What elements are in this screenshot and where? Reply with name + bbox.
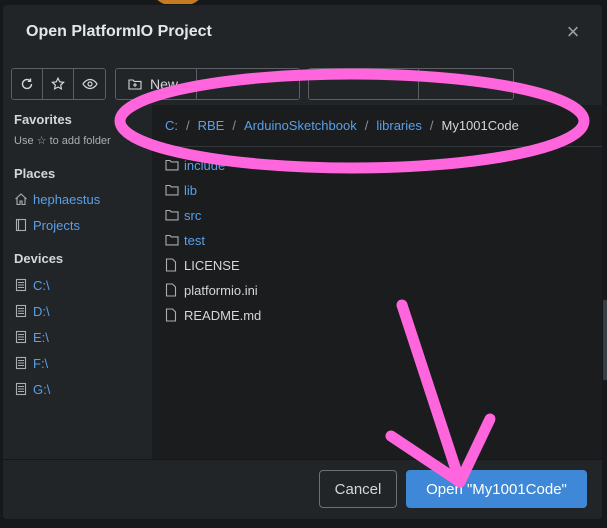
sidebar-item-projects[interactable]: Projects [14, 215, 80, 235]
file-browser: C: / RBE / ArduinoSketchbook / libraries… [152, 105, 602, 459]
new-file-button[interactable] [197, 69, 299, 99]
drive-icon [14, 304, 28, 318]
edit-button-group [308, 68, 514, 100]
refresh-icon[interactable] [12, 69, 43, 99]
star-icon[interactable] [43, 69, 74, 99]
sidebar-item-drive-f[interactable]: F:\ [14, 353, 48, 373]
list-item[interactable]: lib [165, 180, 197, 200]
sidebar-item-drive-d[interactable]: D:\ [14, 301, 50, 321]
list-item[interactable]: LICENSE [165, 255, 240, 275]
breadcrumb: C: / RBE / ArduinoSketchbook / libraries… [152, 105, 602, 147]
file-icon [165, 308, 179, 322]
duplicate-button[interactable] [309, 69, 419, 99]
breadcrumb-separator: / [364, 118, 369, 133]
folder-icon [165, 184, 179, 196]
favorites-hint: Use ☆ to add folder [14, 135, 111, 147]
dialog-footer: Cancel Open "My1001Code" [3, 459, 602, 519]
sidebar-item-drive-g[interactable]: G:\ [14, 379, 50, 399]
sidebar-item-drive-e[interactable]: E:\ [14, 327, 49, 347]
drive-icon [14, 330, 28, 344]
cancel-button[interactable]: Cancel [319, 470, 397, 508]
delete-button[interactable] [418, 69, 513, 99]
breadcrumb-item[interactable]: RBE [198, 118, 225, 133]
sidebar-item-home[interactable]: hephaestus [14, 189, 100, 209]
breadcrumb-separator: / [429, 118, 434, 133]
list-item[interactable]: include [165, 155, 225, 175]
eye-icon[interactable] [74, 69, 105, 99]
breadcrumb-item[interactable]: libraries [376, 118, 422, 133]
view-button-group [11, 68, 106, 100]
list-item[interactable]: test [165, 230, 205, 250]
new-button-label: New [150, 76, 179, 92]
file-icon [165, 258, 179, 272]
list-item[interactable]: src [165, 205, 201, 225]
list-item[interactable]: platformio.ini [165, 280, 258, 300]
devices-heading: Devices [14, 251, 64, 266]
drive-icon [14, 382, 28, 396]
new-button-group: New [115, 68, 300, 100]
dialog-header: Open PlatformIO Project × [3, 5, 602, 61]
drive-icon [14, 356, 28, 370]
book-icon [14, 218, 28, 232]
open-project-dialog: Open PlatformIO Project × New Favorites … [2, 4, 603, 520]
folder-plus-icon [128, 78, 142, 90]
breadcrumb-separator: / [232, 118, 236, 133]
drive-icon [14, 278, 28, 292]
file-icon [165, 283, 179, 297]
favorites-heading: Favorites [14, 112, 72, 127]
places-heading: Places [14, 166, 56, 181]
sidebar: Favorites Use ☆ to add folder Places hep… [3, 105, 152, 459]
breadcrumb-current: My1001Code [441, 118, 519, 133]
close-icon[interactable]: × [564, 21, 582, 43]
folder-icon [165, 209, 179, 221]
folder-icon [165, 159, 179, 171]
new-folder-button[interactable]: New [116, 69, 198, 99]
dialog-title: Open PlatformIO Project [26, 23, 212, 40]
open-button[interactable]: Open "My1001Code" [406, 470, 587, 508]
list-item[interactable]: README.md [165, 305, 261, 325]
folder-icon [165, 234, 179, 246]
breadcrumb-item[interactable]: ArduinoSketchbook [244, 118, 357, 133]
breadcrumb-separator: / [186, 118, 190, 133]
sidebar-item-drive-c[interactable]: C:\ [14, 275, 50, 295]
home-icon [14, 192, 28, 206]
star-icon: ☆ [36, 135, 47, 147]
toolbar: New [11, 68, 601, 100]
breadcrumb-item[interactable]: C: [165, 118, 178, 133]
